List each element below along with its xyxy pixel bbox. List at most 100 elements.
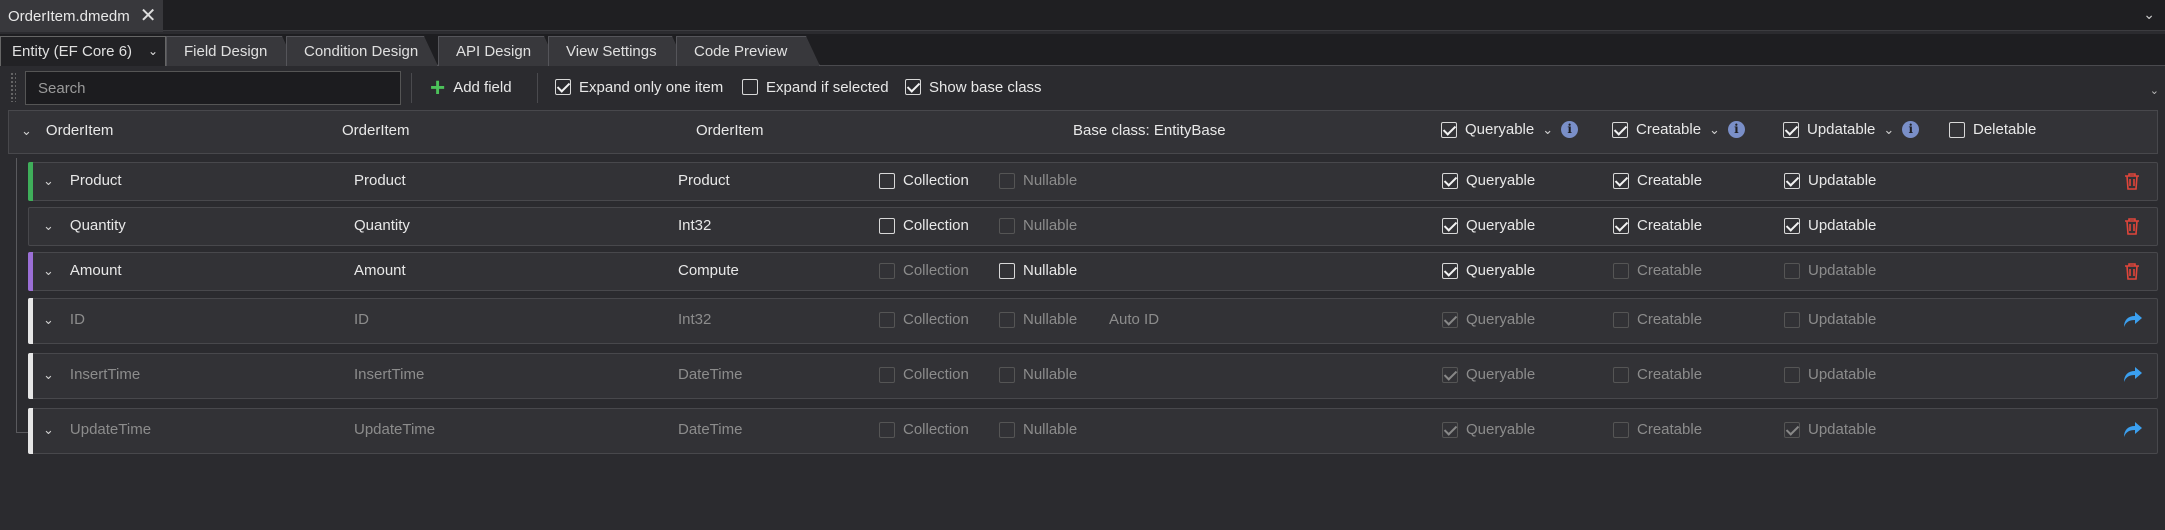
- queryable-toggle[interactable]: Queryable: [1442, 262, 1535, 279]
- expand-chevron-icon[interactable]: ⌄: [43, 173, 54, 189]
- nullable-checkbox[interactable]: [999, 311, 1015, 328]
- collection-toggle[interactable]: Collection: [879, 172, 969, 189]
- entity-queryable-checkbox[interactable]: [1441, 121, 1457, 138]
- expand-chevron-icon[interactable]: ⌄: [43, 422, 54, 438]
- nullable-checkbox[interactable]: [999, 421, 1015, 438]
- creatable-toggle[interactable]: Creatable: [1613, 172, 1702, 189]
- creatable-toggle[interactable]: Creatable: [1613, 262, 1702, 279]
- nullable-toggle[interactable]: Nullable: [999, 366, 1077, 383]
- chevron-down-icon[interactable]: ⌄: [1709, 122, 1720, 138]
- field-row[interactable]: ⌄ Product Product Product Collection Nulla…: [28, 162, 2158, 201]
- entity-header-row[interactable]: ⌄ OrderItem OrderItem OrderItem Base cla…: [8, 110, 2158, 154]
- queryable-checkbox[interactable]: [1442, 366, 1458, 383]
- collection-toggle[interactable]: Collection: [879, 217, 969, 234]
- nullable-toggle[interactable]: Nullable: [999, 421, 1077, 438]
- creatable-toggle[interactable]: Creatable: [1613, 217, 1702, 234]
- collection-checkbox[interactable]: [879, 421, 895, 438]
- collection-checkbox[interactable]: [879, 217, 895, 234]
- collection-checkbox[interactable]: [879, 262, 895, 279]
- expand-chevron-icon[interactable]: ⌄: [43, 367, 54, 383]
- forward-icon[interactable]: [2123, 421, 2143, 439]
- search-input[interactable]: [25, 71, 401, 105]
- updatable-checkbox[interactable]: [1784, 311, 1800, 328]
- queryable-checkbox[interactable]: [1442, 311, 1458, 328]
- chevron-down-icon[interactable]: ⌄: [1883, 122, 1894, 138]
- drag-grip[interactable]: [10, 72, 16, 102]
- show-base-class-checkbox[interactable]: [905, 79, 921, 95]
- entity-updatable[interactable]: Updatable ⌄ i: [1783, 121, 1920, 138]
- expand-only-one-checkbox[interactable]: [555, 79, 571, 95]
- info-icon[interactable]: i: [1727, 121, 1745, 138]
- updatable-checkbox[interactable]: [1784, 262, 1800, 279]
- entity-creatable-checkbox[interactable]: [1612, 121, 1628, 138]
- creatable-checkbox[interactable]: [1613, 262, 1629, 279]
- collection-toggle[interactable]: Collection: [879, 311, 969, 328]
- collection-toggle[interactable]: Collection: [879, 366, 969, 383]
- updatable-toggle[interactable]: Updatable: [1784, 311, 1876, 328]
- scrollbar[interactable]: [2157, 110, 2165, 530]
- expand-only-one-toggle[interactable]: Expand only one item: [555, 75, 723, 99]
- entity-deletable[interactable]: Deletable: [1949, 121, 2036, 138]
- document-tab[interactable]: OrderItem.dmedm ✕: [0, 0, 163, 32]
- creatable-checkbox[interactable]: [1613, 366, 1629, 383]
- creatable-checkbox[interactable]: [1613, 421, 1629, 438]
- field-row[interactable]: ⌄ Quantity Quantity Int32 Collection Nulla…: [28, 207, 2158, 246]
- collection-checkbox[interactable]: [879, 172, 895, 189]
- collection-checkbox[interactable]: [879, 366, 895, 383]
- updatable-toggle[interactable]: Updatable: [1784, 421, 1876, 438]
- queryable-toggle[interactable]: Queryable: [1442, 311, 1535, 328]
- field-row[interactable]: ⌄ UpdateTime UpdateTime DateTime Collectio…: [28, 408, 2158, 454]
- updatable-checkbox[interactable]: [1784, 366, 1800, 383]
- entity-queryable[interactable]: Queryable ⌄ i: [1441, 121, 1579, 138]
- creatable-toggle[interactable]: Creatable: [1613, 311, 1702, 328]
- nullable-toggle[interactable]: Nullable: [999, 172, 1077, 189]
- chevron-down-icon[interactable]: ⌄: [1542, 122, 1553, 138]
- add-field-button[interactable]: + Add field: [430, 74, 512, 100]
- info-icon[interactable]: i: [1561, 121, 1579, 138]
- forward-icon[interactable]: [2123, 311, 2143, 329]
- tab-field-design[interactable]: Field Design: [166, 36, 296, 66]
- queryable-toggle[interactable]: Queryable: [1442, 217, 1535, 234]
- queryable-checkbox[interactable]: [1442, 421, 1458, 438]
- nullable-checkbox[interactable]: [999, 366, 1015, 383]
- tab-view-settings[interactable]: View Settings: [548, 36, 686, 66]
- nullable-checkbox[interactable]: [999, 217, 1015, 234]
- collection-checkbox[interactable]: [879, 311, 895, 328]
- queryable-checkbox[interactable]: [1442, 217, 1458, 234]
- nullable-toggle[interactable]: Nullable: [999, 311, 1077, 328]
- chevron-down-icon[interactable]: ⌄: [2143, 6, 2155, 23]
- trash-icon[interactable]: [2124, 172, 2140, 190]
- nullable-toggle[interactable]: Nullable: [999, 217, 1077, 234]
- nullable-toggle[interactable]: Nullable: [999, 262, 1077, 279]
- collection-toggle[interactable]: Collection: [879, 262, 969, 279]
- creatable-toggle[interactable]: Creatable: [1613, 421, 1702, 438]
- tab-code-preview[interactable]: Code Preview: [676, 36, 820, 66]
- queryable-toggle[interactable]: Queryable: [1442, 172, 1535, 189]
- tab-entity[interactable]: Entity (EF Core 6) ⌄: [0, 36, 166, 66]
- queryable-toggle[interactable]: Queryable: [1442, 366, 1535, 383]
- tab-api-design[interactable]: API Design: [438, 36, 558, 66]
- updatable-toggle[interactable]: Updatable: [1784, 366, 1876, 383]
- creatable-checkbox[interactable]: [1613, 172, 1629, 189]
- updatable-checkbox[interactable]: [1784, 172, 1800, 189]
- nullable-checkbox[interactable]: [999, 262, 1015, 279]
- info-icon[interactable]: i: [1902, 121, 1920, 138]
- field-row[interactable]: ⌄ ID ID Int32 Collection Nullable Auto ID Q…: [28, 298, 2158, 344]
- queryable-checkbox[interactable]: [1442, 262, 1458, 279]
- field-row[interactable]: ⌄ Amount Amount Compute Collection Nullabl…: [28, 252, 2158, 291]
- forward-icon[interactable]: [2123, 366, 2143, 384]
- queryable-checkbox[interactable]: [1442, 172, 1458, 189]
- creatable-toggle[interactable]: Creatable: [1613, 366, 1702, 383]
- creatable-checkbox[interactable]: [1613, 217, 1629, 234]
- trash-icon[interactable]: [2124, 217, 2140, 235]
- field-row[interactable]: ⌄ InsertTime InsertTime DateTime Collectio…: [28, 353, 2158, 399]
- entity-deletable-checkbox[interactable]: [1949, 121, 1965, 138]
- close-icon[interactable]: ✕: [140, 6, 157, 26]
- entity-creatable[interactable]: Creatable ⌄ i: [1612, 121, 1745, 138]
- entity-updatable-checkbox[interactable]: [1783, 121, 1799, 138]
- nullable-checkbox[interactable]: [999, 172, 1015, 189]
- collapse-chevron-icon[interactable]: ⌄: [21, 123, 32, 139]
- updatable-checkbox[interactable]: [1784, 421, 1800, 438]
- expand-chevron-icon[interactable]: ⌄: [43, 218, 54, 234]
- expand-chevron-icon[interactable]: ⌄: [43, 263, 54, 279]
